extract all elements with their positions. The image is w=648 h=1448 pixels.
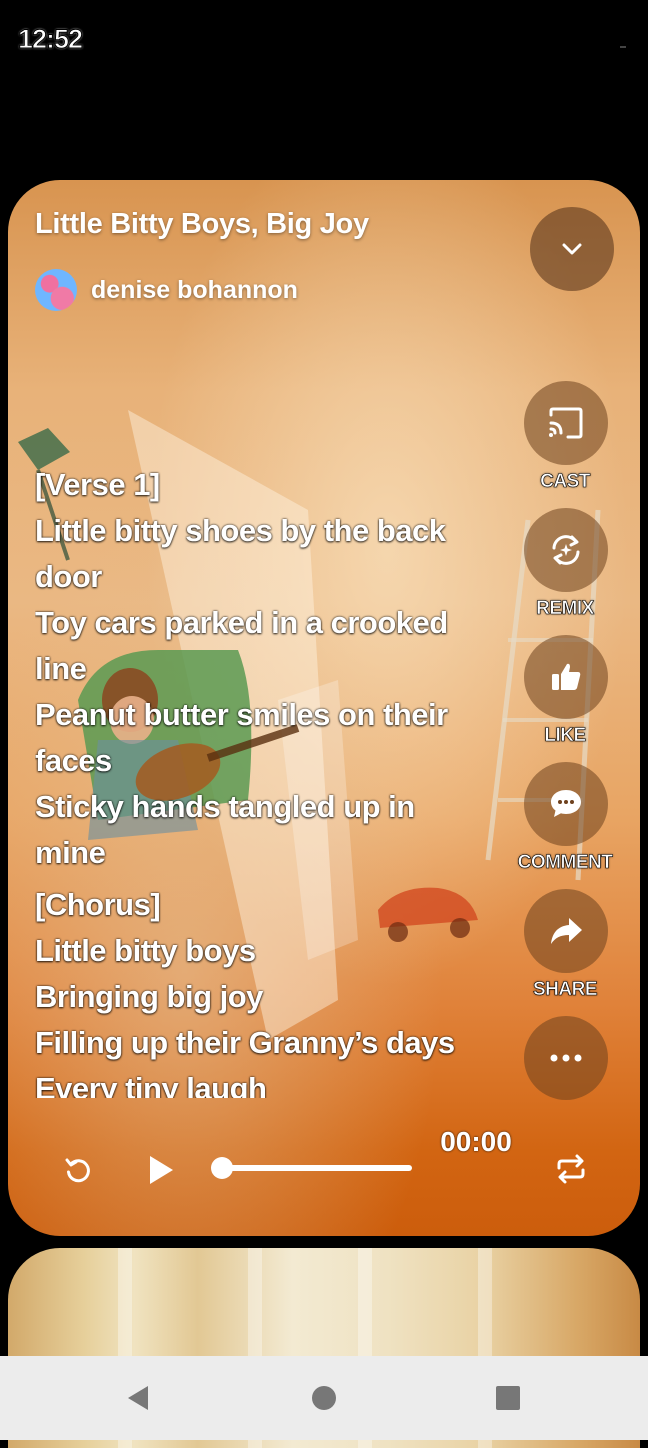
- progress-bar[interactable]: [222, 1165, 412, 1171]
- thumbs-up-icon: [552, 663, 581, 690]
- lyric-line: Little bitty shoes by the back: [35, 513, 446, 548]
- time-readout: 00:00: [440, 1126, 512, 1157]
- lyric-line: Sticky hands tangled up in: [35, 789, 415, 824]
- status-time: 12:52: [17, 24, 83, 55]
- author-row[interactable]: denise bohannon: [35, 268, 298, 312]
- play-icon: [150, 1156, 173, 1184]
- nav-home-button[interactable]: [284, 1356, 364, 1440]
- system-nav-bar: [0, 1356, 648, 1440]
- comment-bubble-icon: [551, 790, 581, 817]
- lyric-line: mine: [35, 835, 106, 870]
- cast-label: CAST: [540, 471, 591, 493]
- more-options-button[interactable]: [524, 1016, 608, 1100]
- remix-icon: [552, 535, 580, 565]
- repeat-icon: [557, 1154, 585, 1184]
- nav-recents-button[interactable]: [468, 1356, 548, 1440]
- author-name[interactable]: denise bohannon: [91, 276, 298, 305]
- like-button[interactable]: [524, 635, 608, 719]
- nav-home-icon: [312, 1386, 336, 1410]
- progress-scrubber[interactable]: [211, 1157, 233, 1179]
- song-title: Little Bitty Boys, Big Joy: [35, 208, 369, 240]
- chevron-down-icon: [562, 243, 582, 255]
- share-arrow-icon: [551, 918, 582, 944]
- nav-back-icon: [128, 1386, 148, 1410]
- share-button[interactable]: [524, 889, 608, 973]
- like-label: LIKE: [544, 725, 586, 747]
- cast-button[interactable]: [524, 381, 608, 465]
- nav-back-button[interactable]: [98, 1356, 178, 1440]
- lyric-line: Filling up their Granny’s days: [35, 1025, 455, 1060]
- play-button[interactable]: [138, 1146, 184, 1194]
- player-controls: 00:00: [8, 1110, 640, 1220]
- remix-label: REMIX: [536, 598, 595, 620]
- status-bar: 12:52: [0, 0, 648, 80]
- more-dots-icon: [550, 1054, 582, 1062]
- nav-recents-icon: [496, 1386, 520, 1410]
- collapse-button[interactable]: [530, 207, 614, 291]
- lyric-line: faces: [35, 743, 112, 778]
- lyric-line: [Verse 1]: [35, 467, 160, 502]
- author-avatar[interactable]: [35, 269, 77, 311]
- lyric-line: Little bitty boys: [35, 933, 256, 968]
- cast-icon: [549, 407, 583, 439]
- lyric-line: Peanut butter smiles on their: [35, 697, 448, 732]
- song-card[interactable]: Little Bitty Boys, Big Joy denise bohann…: [8, 180, 640, 1236]
- lyrics-panel[interactable]: [Verse 1] Little bitty shoes by the back…: [35, 462, 515, 1098]
- lyric-line: Bringing big joy: [35, 979, 263, 1014]
- status-indicator: [620, 46, 626, 48]
- replay-icon: [65, 1158, 90, 1183]
- comment-button[interactable]: [524, 762, 608, 846]
- repeat-button[interactable]: [548, 1146, 594, 1192]
- remix-button[interactable]: [524, 508, 608, 592]
- lyric-line: line: [35, 651, 87, 686]
- share-label: SHARE: [532, 979, 598, 1001]
- comment-label: COMMENT: [517, 852, 613, 874]
- lyric-line: Every tiny laugh: [35, 1071, 267, 1098]
- lyric-line: door: [35, 559, 102, 594]
- replay-button[interactable]: [56, 1148, 100, 1192]
- lyric-line: Toy cars parked in a crooked: [35, 605, 448, 640]
- lyric-line: [Chorus]: [35, 887, 161, 922]
